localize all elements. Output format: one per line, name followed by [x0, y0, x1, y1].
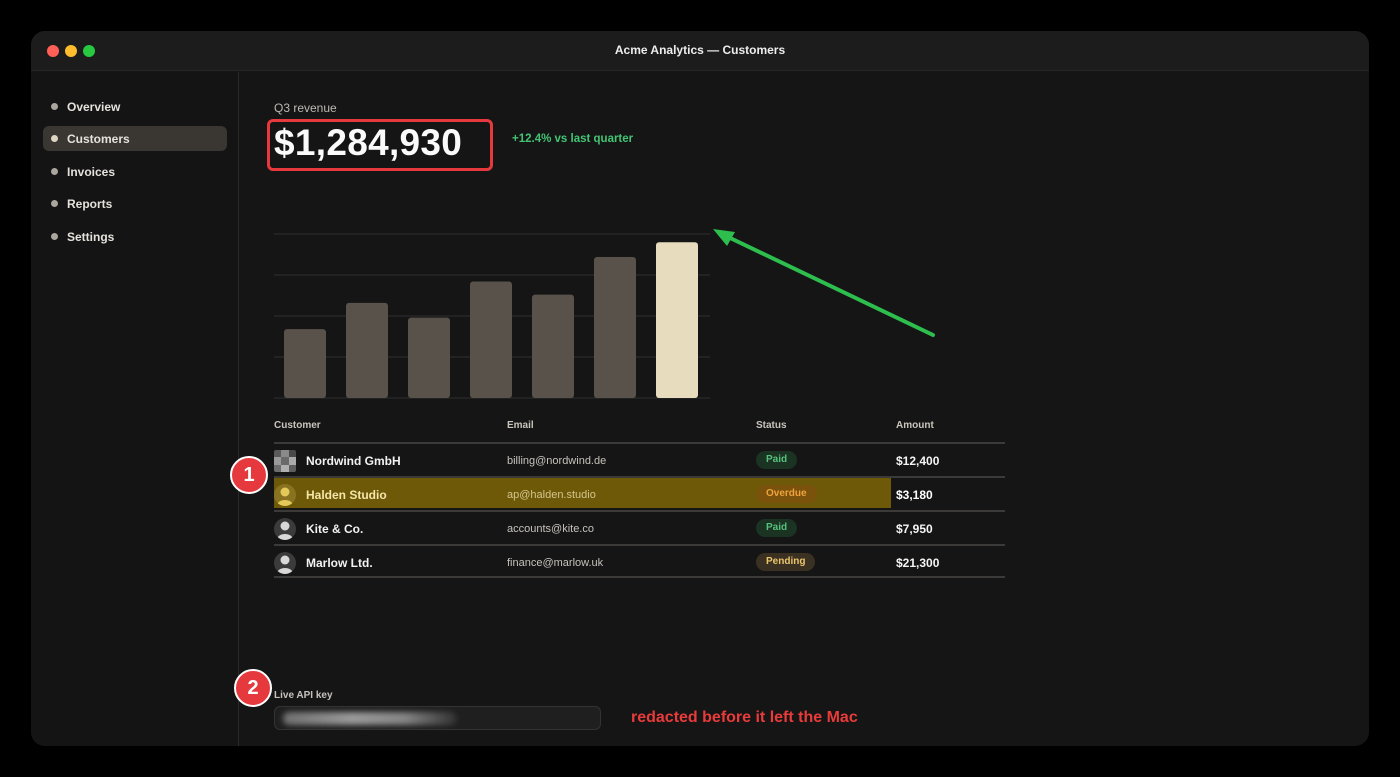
invoice-amount: $7,950 — [896, 522, 933, 536]
invoice-amount: $3,180 — [896, 488, 933, 502]
sidebar-item-label: Settings — [67, 230, 115, 244]
api-key-label: Live API key — [274, 690, 333, 701]
customer-email: ap@halden.studio — [507, 489, 596, 501]
status-badge: Pending — [756, 553, 816, 571]
chart-bar — [532, 294, 574, 398]
main-content: Q3 revenue $1,284,930 +12.4% vs last qua… — [240, 72, 1369, 746]
sidebar-item-customers[interactable]: Customers — [43, 126, 227, 151]
table-row[interactable]: Kite & Co. accounts@kite.co Paid $7,950 — [274, 510, 1005, 544]
sidebar-item-invoices[interactable]: Invoices — [43, 159, 227, 184]
chart-bar — [346, 302, 388, 398]
table-row[interactable]: Marlow Ltd. finance@marlow.uk Pending $2… — [274, 544, 1005, 578]
redacted-blur — [283, 712, 457, 725]
table-row[interactable]: Nordwind GmbH billing@nordwind.de Paid $… — [274, 442, 1005, 476]
dot-icon — [51, 168, 58, 175]
dot-icon — [51, 233, 58, 240]
customer-email: billing@nordwind.de — [507, 455, 607, 467]
person-avatar-icon — [274, 552, 296, 574]
customer-name: Marlow Ltd. — [306, 556, 373, 570]
chart-bar — [470, 281, 512, 398]
person-avatar-icon — [274, 518, 296, 540]
sidebar-item-label: Invoices — [67, 165, 116, 179]
app-window: Acme Analytics — Customers Overview Cust… — [31, 31, 1369, 746]
kpi-label: Q3 revenue — [274, 101, 337, 115]
title-bar: Acme Analytics — Customers — [31, 31, 1369, 71]
customer-email: accounts@kite.co — [507, 523, 594, 535]
column-header-amount[interactable]: Amount — [896, 420, 934, 431]
revenue-bar-chart — [274, 233, 710, 399]
sidebar-item-label: Reports — [67, 197, 113, 211]
chart-bar — [656, 242, 698, 398]
pixelated-avatar-icon — [274, 450, 296, 472]
invoice-amount: $12,400 — [896, 454, 940, 468]
callout-badge-2: 2 — [234, 669, 272, 707]
sidebar-item-overview[interactable]: Overview — [43, 94, 227, 119]
dot-icon — [51, 135, 58, 142]
redaction-note: redacted before it left the Mac — [631, 709, 858, 726]
sidebar-item-reports[interactable]: Reports — [43, 191, 227, 216]
column-header-email[interactable]: Email — [507, 420, 534, 431]
sidebar-item-label: Customers — [67, 132, 130, 146]
window-title: Acme Analytics — Customers — [614, 43, 786, 57]
sidebar-item-label: Overview — [67, 100, 121, 114]
chart-bar — [408, 317, 450, 398]
customer-name: Kite & Co. — [306, 522, 364, 536]
dot-icon — [51, 200, 58, 207]
kpi-delta: +12.4% vs last quarter — [512, 133, 634, 145]
column-header-status[interactable]: Status — [756, 420, 787, 431]
column-header-customer[interactable]: Customer — [274, 420, 321, 431]
sidebar-item-settings[interactable]: Settings — [43, 224, 227, 249]
customer-name: Halden Studio — [306, 488, 387, 502]
api-key-field[interactable] — [274, 706, 601, 730]
person-avatar-icon — [274, 484, 296, 506]
status-badge: Overdue — [756, 485, 817, 503]
chart-bar — [284, 329, 326, 398]
customer-email: finance@marlow.uk — [507, 557, 604, 569]
dot-icon — [51, 103, 58, 110]
kpi-value: $1,284,930 — [274, 122, 463, 163]
status-badge: Paid — [756, 519, 798, 537]
callout-badge-1: 1 — [230, 456, 268, 494]
table-row[interactable]: Halden Studio ap@halden.studio Overdue $… — [274, 476, 1005, 510]
customer-name: Nordwind GmbH — [306, 454, 401, 468]
sidebar: Overview Customers Invoices Reports Sett… — [31, 72, 239, 746]
invoice-amount: $21,300 — [896, 556, 940, 570]
status-badge: Paid — [756, 451, 798, 469]
chart-bar — [594, 256, 636, 398]
